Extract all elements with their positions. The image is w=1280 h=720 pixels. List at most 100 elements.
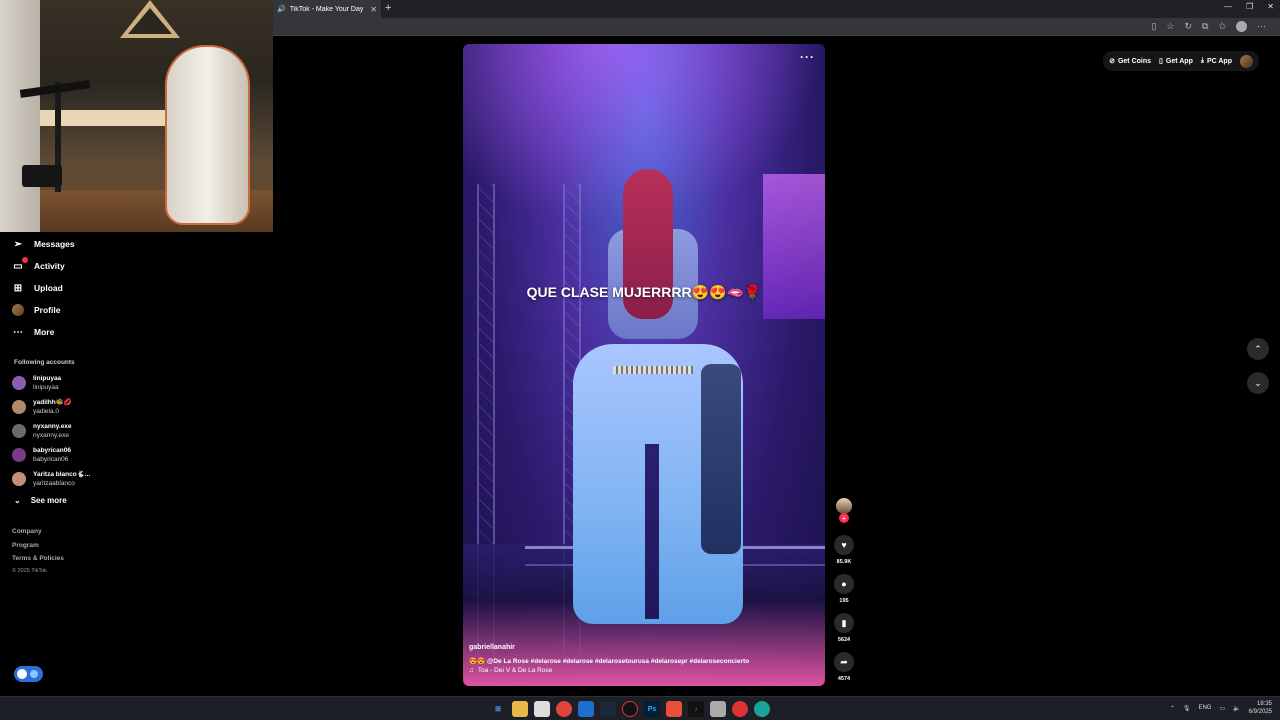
following-account[interactable]: yadilhh🐝💋 yadiela.0 [12, 398, 72, 416]
outlook-icon[interactable] [578, 701, 594, 717]
avatar [12, 448, 26, 462]
app-icon[interactable] [622, 701, 638, 717]
following-account[interactable]: babyrican06 babyrican06 [12, 446, 71, 464]
network-icon[interactable]: ▭ [1219, 705, 1225, 712]
start-icon[interactable]: ⊞ [490, 701, 506, 717]
save-button[interactable]: ▮ 5624 [833, 613, 855, 643]
get-app-button[interactable]: ▯ Get App [1159, 57, 1193, 66]
new-tab-button[interactable]: + [385, 2, 391, 14]
browser-profile-avatar[interactable] [1236, 21, 1247, 32]
music-note-icon: ♫ [469, 667, 474, 674]
sidebar-item-more[interactable]: ⋯ More [12, 326, 54, 338]
user-avatar[interactable] [1240, 54, 1253, 68]
account-name: Yaritza blanco🐇... [33, 471, 91, 478]
favorite-star-icon[interactable]: ☆ [1166, 21, 1174, 32]
get-coins-button[interactable]: ⊘ Get Coins [1109, 57, 1152, 66]
webcam-overlay [0, 0, 273, 232]
account-handle: yaritzaablanco [33, 480, 75, 487]
bookmark-icon: ▮ [834, 613, 854, 633]
see-more-button[interactable]: ⌄ See more [14, 496, 67, 505]
profile-avatar [12, 304, 24, 316]
sidebar-item-upload[interactable]: ⊞ Upload [12, 282, 63, 294]
comment-button[interactable]: ● 195 [833, 574, 855, 604]
previous-video-button[interactable]: ⌃ [1247, 338, 1269, 360]
sidebar-item-messages[interactable]: ➢ Messages [12, 238, 75, 250]
microphone [22, 165, 62, 187]
browser-menu-icon[interactable]: ⋯ [1257, 21, 1266, 32]
share-button[interactable]: ➦ 4574 [833, 652, 855, 682]
save-count: 5624 [837, 637, 851, 643]
sidebar-item-activity[interactable]: ▭ Activity [12, 257, 65, 272]
header-actions: ⊘ Get Coins ▯ Get App ⤓ PC App [1103, 51, 1259, 71]
sidebar-item-label: Messages [34, 239, 75, 249]
account-handle: nyxanny.exe [33, 432, 70, 439]
chevron-down-icon: ⌄ [1254, 377, 1262, 388]
app-icon[interactable] [732, 701, 748, 717]
phone-icon: ▯ [1159, 58, 1163, 65]
video-player[interactable]: ··· QUE CLASE MUJERRRR😍😍🫦🌹 gabriellanahi… [463, 44, 825, 686]
footer-company-link[interactable]: Company [12, 528, 42, 535]
avatar [12, 472, 26, 486]
like-button[interactable]: ♥ 85.9K [833, 535, 855, 565]
account-handle: linipuyaa [33, 384, 59, 391]
app-icon[interactable] [666, 701, 682, 717]
mic-icon[interactable]: 🎙 [1183, 705, 1191, 712]
tab-close-icon[interactable]: ✕ [370, 5, 377, 14]
sidebar-item-label: Profile [34, 305, 61, 315]
refresh-icon[interactable]: ↻ [1184, 21, 1192, 32]
pc-app-button[interactable]: ⤓ PC App [1201, 57, 1232, 65]
footer-program-link[interactable]: Program [12, 542, 39, 549]
favorites-icon[interactable]: ✩ [1218, 21, 1226, 32]
dancer-belt [613, 366, 693, 374]
chrome-icon[interactable] [556, 701, 572, 717]
dancer-leg-gap [645, 444, 659, 619]
creator-avatar[interactable] [836, 498, 852, 514]
system-tray: ⌃ 🎙 ENG ▭ 🔈 18:35 6/9/2025 [1170, 700, 1272, 716]
restore-button[interactable]: ❐ [1246, 2, 1253, 11]
reader-icon[interactable]: ▯ [1151, 21, 1156, 32]
tab-title: TikTok - Make Your Day [289, 5, 364, 13]
minimize-button[interactable]: — [1224, 2, 1232, 11]
triangle-light-inner [128, 8, 172, 34]
speaker-icon[interactable]: 🔊 [277, 5, 286, 13]
next-video-button[interactable]: ⌄ [1247, 372, 1269, 394]
window-controls: — ❐ ✕ [1224, 2, 1274, 11]
language-indicator[interactable]: ENG [1198, 705, 1211, 711]
tiktok-icon[interactable]: ♪ [688, 701, 704, 717]
file-explorer-icon[interactable] [512, 701, 528, 717]
sidebar-item-profile[interactable]: Profile [12, 304, 60, 316]
notification-badge [22, 257, 28, 263]
store-icon[interactable] [534, 701, 550, 717]
toggle-indicator [30, 670, 38, 678]
following-account[interactable]: Yaritza blanco🐇... yaritzaablanco [12, 470, 90, 488]
footer-terms-link[interactable]: Terms & Policies [12, 555, 64, 562]
taskbar-apps: ⊞ Ps ♪ [490, 701, 770, 717]
sidebar: ➢ Messages ▭ Activity ⊞ Upload Profile ⋯… [0, 232, 114, 692]
volume-icon[interactable]: 🔈 [1233, 705, 1240, 712]
photoshop-icon[interactable]: Ps [644, 701, 660, 717]
video-username[interactable]: gabriellanahir [469, 644, 515, 651]
video-music[interactable]: ♫ Toa - Dei V & De La Rose [469, 667, 552, 674]
video-more-button[interactable]: ··· [800, 50, 815, 64]
app-icon[interactable] [710, 701, 726, 717]
extensions-icon[interactable]: ⧉ [1202, 21, 1208, 32]
video-description: 😍😍 @De La Rose #delarose #delarose #dela… [469, 658, 750, 665]
following-account[interactable]: nyxanny.exe nyxanny.exe [12, 422, 72, 440]
browser-tab[interactable]: 🔊 TikTok - Make Your Day ✕ [273, 0, 381, 18]
see-more-label: See more [30, 496, 67, 505]
avatar [12, 424, 26, 438]
close-window-button[interactable]: ✕ [1267, 2, 1274, 11]
share-icon: ➦ [834, 652, 854, 672]
steam-icon[interactable] [600, 701, 616, 717]
heart-icon: ♥ [834, 535, 854, 555]
clock[interactable]: 18:35 6/9/2025 [1249, 700, 1272, 716]
theme-toggle[interactable] [14, 666, 43, 682]
following-account[interactable]: linipuyaa linipuyaa [12, 374, 61, 392]
edge-icon[interactable] [754, 701, 770, 717]
follow-plus-icon[interactable]: + [839, 513, 849, 523]
get-coins-label: Get Coins [1117, 57, 1152, 65]
get-app-label: Get App [1165, 57, 1193, 65]
chevron-up-icon[interactable]: ⌃ [1170, 705, 1175, 712]
pc-app-label: PC App [1206, 57, 1232, 65]
sidebar-item-label: More [34, 327, 55, 337]
